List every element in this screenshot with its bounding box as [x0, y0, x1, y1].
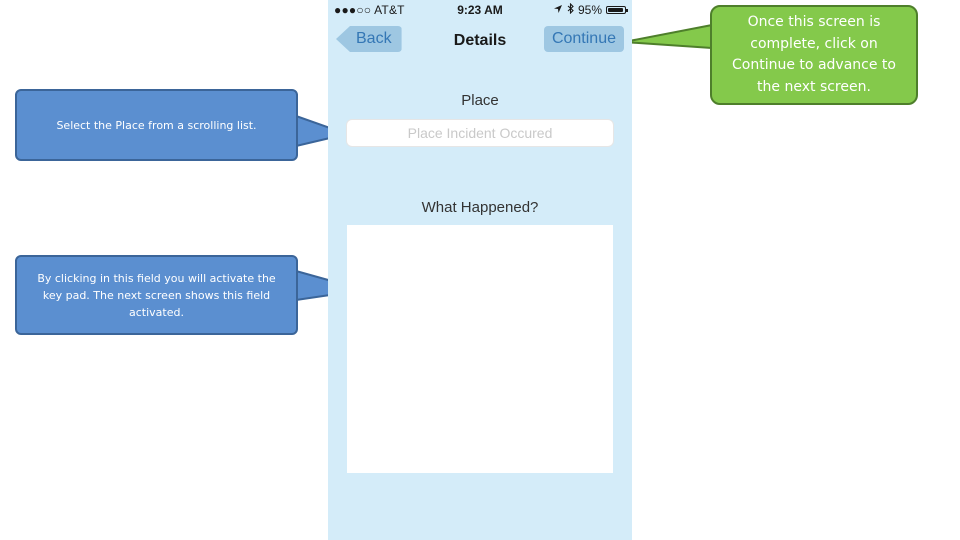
navigation-bar: Back Details Continue	[328, 20, 632, 60]
what-happened-label: What Happened?	[421, 199, 539, 216]
bluetooth-icon	[567, 2, 574, 17]
battery-icon	[606, 6, 628, 14]
callout-field: By clicking in this field you will activ…	[15, 255, 298, 335]
phone-screen: ●●●○○ AT&T 9:23 AM 95% Back Details Cont…	[328, 0, 632, 540]
continue-button[interactable]: Continue	[543, 26, 624, 52]
stage: ●●●○○ AT&T 9:23 AM 95% Back Details Cont…	[0, 0, 960, 540]
status-bar: ●●●○○ AT&T 9:23 AM 95%	[328, 0, 632, 20]
callout-continue-text: Once this screen is complete, click on C…	[732, 14, 896, 95]
what-happened-textarea[interactable]	[347, 225, 613, 473]
battery-percent: 95%	[577, 3, 602, 17]
callout-continue: Once this screen is complete, click on C…	[710, 5, 918, 105]
place-label: Place	[461, 92, 499, 109]
callout-place-text: Select the Place from a scrolling list.	[56, 118, 257, 132]
callout-field-text: By clicking in this field you will activ…	[37, 271, 276, 319]
battery-fill	[608, 8, 624, 12]
place-input[interactable]: Place Incident Occured	[346, 119, 614, 147]
callout-place: Select the Place from a scrolling list.	[15, 89, 298, 161]
callout-continue-tail	[623, 24, 713, 49]
location-arrow-icon	[553, 3, 563, 17]
status-right: 95%	[553, 2, 628, 17]
